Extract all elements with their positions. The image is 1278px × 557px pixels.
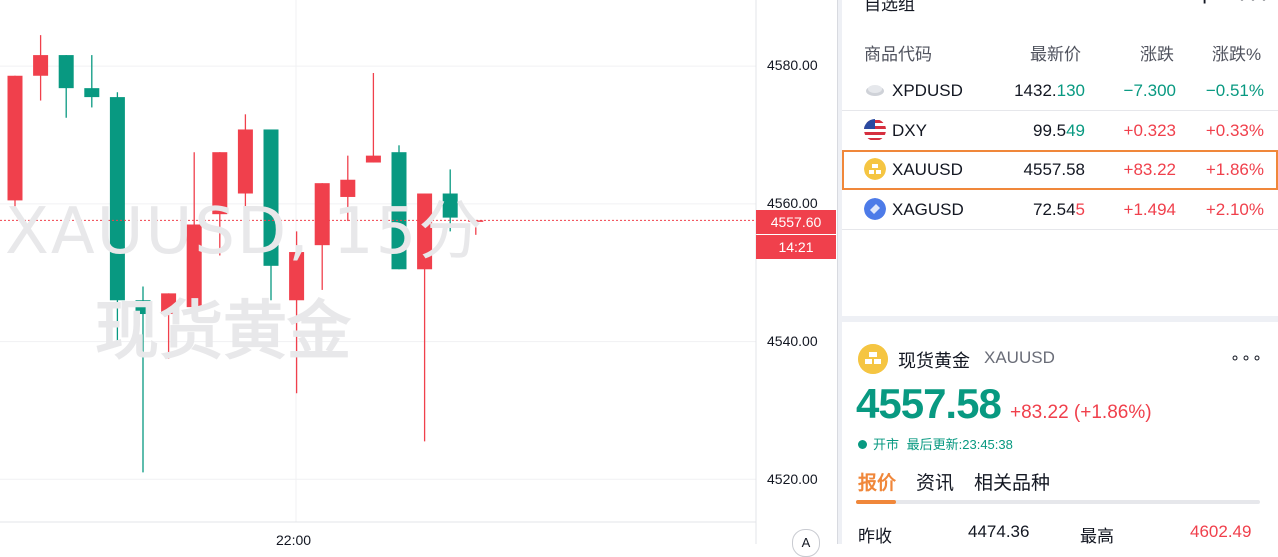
candle-body [417,193,433,270]
candle-body [135,300,151,315]
watchlist-row[interactable]: DXY 99.549 +0.323 +0.33% [842,111,1278,151]
last-updated: 最后更新:23:45:38 [906,437,1013,452]
candle-body [161,293,177,315]
candle-body [186,224,202,308]
market-status: 开市 最后更新:23:45:38 [858,434,1013,453]
watchlist-row[interactable]: XPDUSD 1432.130 −7.300 −0.51% [842,71,1278,111]
tab-related[interactable]: 相关品种 [974,468,1050,495]
chart-area[interactable]: XAUUSD, 15分 现货黄金 4580.00 4560.00 4540.00… [0,0,838,557]
x-tick-label: 22:00 [276,532,312,548]
y-tick-label: 4540.00 [767,333,818,349]
y-tick-label: 4560.00 [767,195,818,211]
row-change-pct: +0.33% [1205,121,1264,140]
high-label: 最高 [1080,527,1114,546]
candle-body [391,152,407,270]
row-change: +1.494 [1123,200,1176,219]
row-change-pct: +1.86% [1205,160,1264,179]
candle-body [314,183,330,246]
row-last: 1432.130 [1014,81,1085,100]
us-flag-icon [864,119,886,141]
row-symbol: DXY [892,121,927,140]
watchlist-row-selected[interactable]: XAUUSD 4557.58 +83.22 +1.86% [842,150,1278,190]
candle-body [340,179,356,197]
candle-body [365,155,381,163]
tab-indicator-track [856,500,1260,504]
candle-body [109,97,125,301]
last-price-tag: 4557.60 [756,210,836,234]
row-change-pct: −0.51% [1205,81,1264,100]
row-change-pct: +2.10% [1205,200,1264,219]
gold-icon [864,158,886,180]
candle-body [58,55,74,89]
add-symbol-icon[interactable]: + [1197,0,1212,13]
row-last: 99.549 [1032,121,1085,140]
candle-body [212,152,228,215]
y-tick-label: 4520.00 [767,471,818,487]
prev-close-value: 4474.36 [968,522,1030,541]
watchlist-header: 商品代码 最新价 涨跌 涨跌% [842,34,1278,68]
more-icon[interactable]: ∘∘∘ [1230,348,1263,368]
prev-close-label: 昨收 [858,527,892,546]
header-symbol[interactable]: 商品代码 [864,40,932,65]
high-value: 4602.49 [1190,522,1252,541]
symbol-detail-card: 现货黄金 XAUUSD ∘∘∘ 4557.58 +83.22 (+1.86%) … [842,322,1278,546]
silver-icon [864,198,886,220]
chevron-down-icon[interactable]: ⌄ [934,0,945,4]
candle-body [263,129,279,266]
palladium-icon [866,85,884,96]
row-change: +83.22 [1123,160,1176,179]
candle-body [84,88,100,98]
row-symbol: XPDUSD [892,81,963,100]
candle-body [7,75,23,201]
row-change: −7.300 [1123,81,1176,100]
header-change-pct[interactable]: 涨跌% [1212,40,1261,65]
y-tick-label: 4580.00 [767,57,818,73]
status-dot-icon [858,440,867,449]
symbol-code: XAUUSD [984,348,1055,367]
tab-quote[interactable]: 报价 [858,468,896,495]
candle-body [33,55,49,76]
row-symbol: XAUUSD [892,160,963,179]
status-text: 开市 [873,437,900,452]
header-last[interactable]: 最新价 [1030,40,1081,65]
row-last: 72.545 [1032,200,1085,219]
price-change: +83.22 (+1.86%) [1010,402,1152,423]
tab-news[interactable]: 资讯 [916,468,954,495]
candle-body [442,193,458,218]
tab-indicator [856,500,896,504]
right-panel: 自选组 ⌄ + ∘∘∘ 商品代码 最新价 涨跌 涨跌% XPDUSD 1432.… [838,0,1278,546]
row-symbol: XAGUSD [892,200,964,219]
watchlist-title[interactable]: 自选组 [864,0,915,15]
gold-icon [858,344,888,374]
watchlist-row[interactable]: XAGUSD 72.545 +1.494 +2.10% [842,190,1278,230]
candle-body [237,129,253,194]
row-last: 4557.58 [1023,160,1085,179]
auto-scale-button[interactable]: A [792,529,820,557]
symbol-name: 现货黄金 [898,351,970,371]
candlestick-chart[interactable] [0,0,838,544]
current-price: 4557.58 [856,380,1002,427]
row-change: +0.323 [1123,121,1176,140]
more-icon[interactable]: ∘∘∘ [1237,0,1270,8]
watchlist-card: 自选组 ⌄ + ∘∘∘ 商品代码 最新价 涨跌 涨跌% XPDUSD 1432.… [842,0,1278,316]
candle-body [289,252,305,301]
bar-countdown-tag: 14:21 [756,235,836,259]
header-change[interactable]: 涨跌 [1140,40,1174,65]
